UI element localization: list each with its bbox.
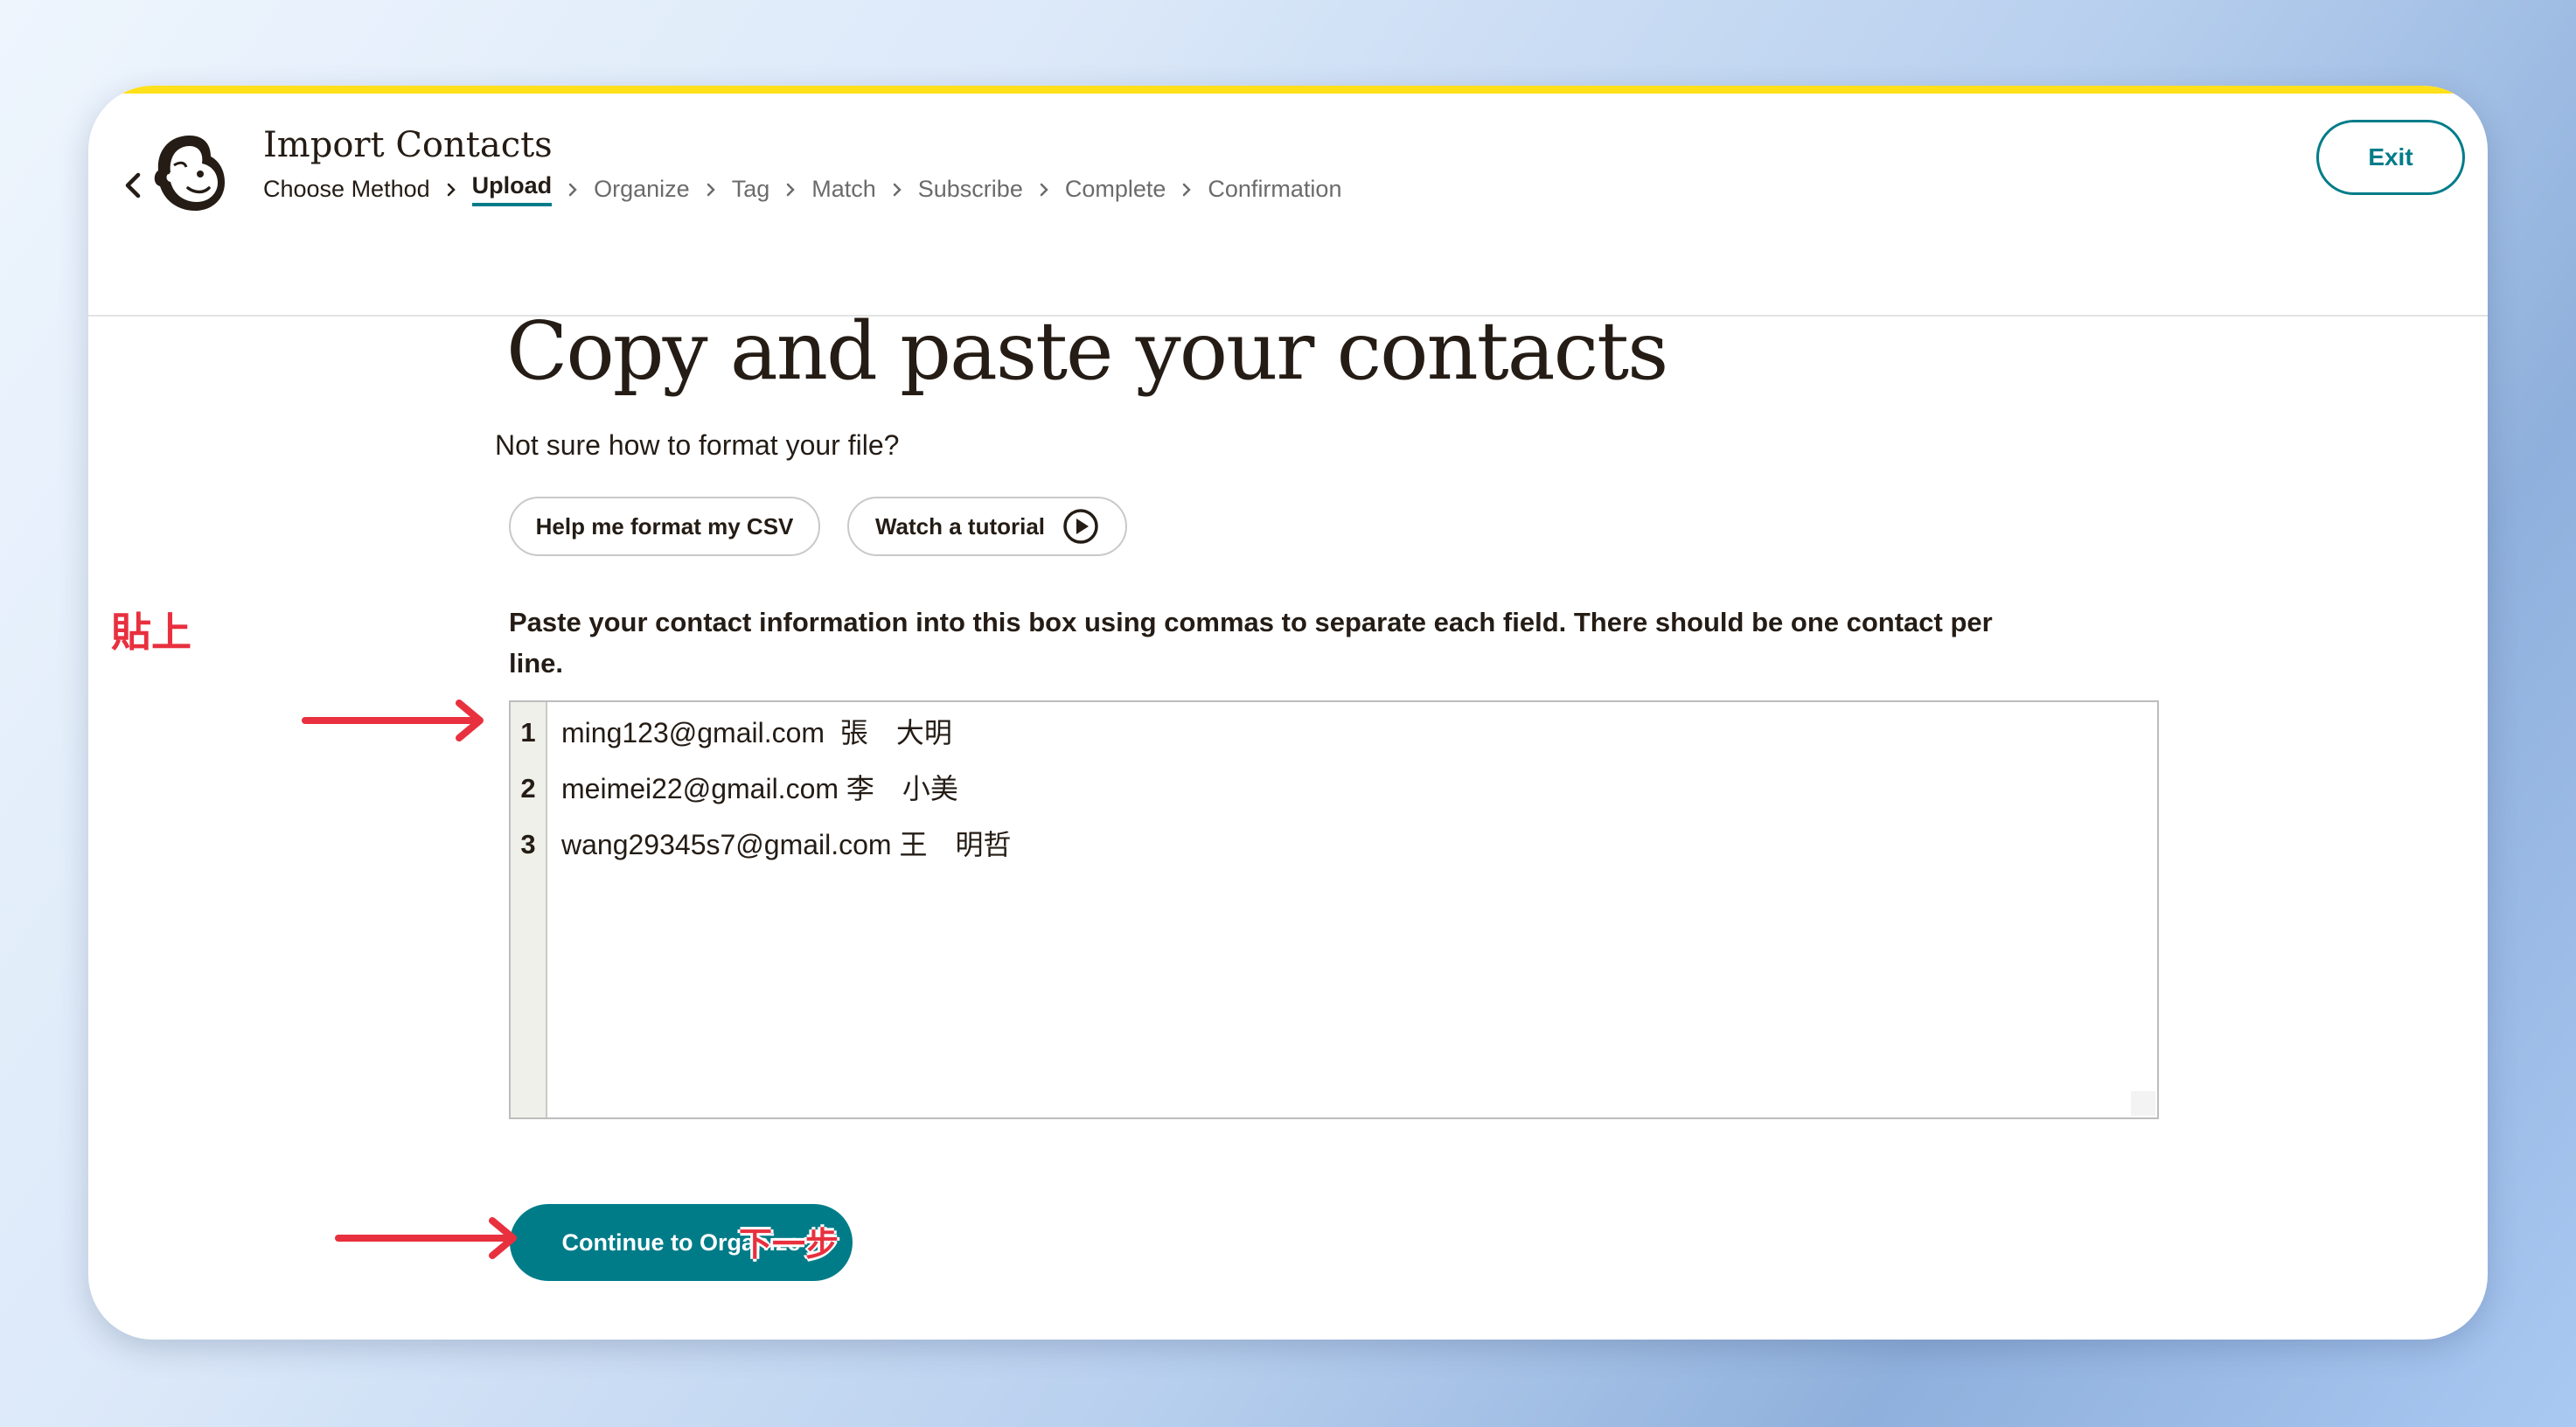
watch-tutorial-button[interactable]: Watch a tutorial: [847, 497, 1127, 556]
breadcrumb-organize: Organize: [594, 176, 690, 202]
editor-line: meimei22@gmail.com 李 小美: [561, 773, 958, 804]
chevron-right-icon: [552, 182, 594, 198]
line-number-gutter: 1 2 3: [511, 702, 547, 1117]
paste-instructions: Paste your contact information into this…: [509, 607, 1993, 679]
breadcrumb: Choose Method Upload Organize Tag Match …: [263, 172, 1341, 206]
watch-tutorial-label: Watch a tutorial: [874, 512, 1046, 539]
page-heading: Copy and paste your contacts: [506, 304, 1668, 398]
breadcrumb-choose-method[interactable]: Choose Method: [263, 176, 430, 203]
resize-handle[interactable]: [2131, 1091, 2155, 1116]
chevron-left-icon: [125, 172, 141, 198]
format-help-text: Not sure how to format your file?: [495, 429, 900, 461]
editor-line: wang29345s7@gmail.com 王 明哲: [561, 829, 1012, 860]
breadcrumb-upload[interactable]: Upload: [471, 172, 553, 206]
page-title: Import Contacts: [263, 125, 553, 165]
exit-button[interactable]: Exit: [2316, 120, 2465, 195]
line-number: 3: [520, 829, 536, 860]
chevron-right-icon: [430, 182, 472, 198]
chevron-right-icon: [1166, 182, 1208, 198]
editor-line: ming123@gmail.com 張 大明: [561, 717, 952, 748]
help-format-csv-label: Help me format my CSV: [535, 512, 794, 539]
breadcrumb-confirmation: Confirmation: [1208, 176, 1342, 202]
breadcrumb-match: Match: [811, 176, 876, 202]
breadcrumb-subscribe: Subscribe: [917, 176, 1023, 202]
contacts-paste-textarea[interactable]: 1 2 3 ming123@gmail.com 張 大明 meimei22@gm…: [509, 700, 2159, 1119]
chevron-right-icon: [690, 182, 732, 198]
continue-annotation-arrow: [335, 1217, 517, 1259]
breadcrumb-tag: Tag: [731, 176, 770, 202]
help-format-csv-button[interactable]: Help me format my CSV: [509, 497, 820, 556]
chevron-right-icon: [769, 182, 811, 198]
next-step-annotation-label: 下一步: [739, 1225, 839, 1263]
play-circle-icon: [1063, 509, 1098, 544]
breadcrumb-complete: Complete: [1064, 176, 1166, 202]
line-number: 1: [520, 717, 536, 748]
line-number: 2: [520, 773, 536, 804]
mailchimp-logo-icon: [154, 136, 225, 211]
chevron-right-icon: [1023, 182, 1065, 198]
editor-lines[interactable]: ming123@gmail.com 張 大明 meimei22@gmail.co…: [547, 702, 2157, 1117]
paste-annotation-label: 貼上: [111, 609, 191, 656]
chevron-right-icon: [876, 182, 918, 198]
header: Import Contacts Choose Method Upload Org…: [88, 94, 2488, 317]
paste-annotation-arrow: [302, 700, 484, 741]
